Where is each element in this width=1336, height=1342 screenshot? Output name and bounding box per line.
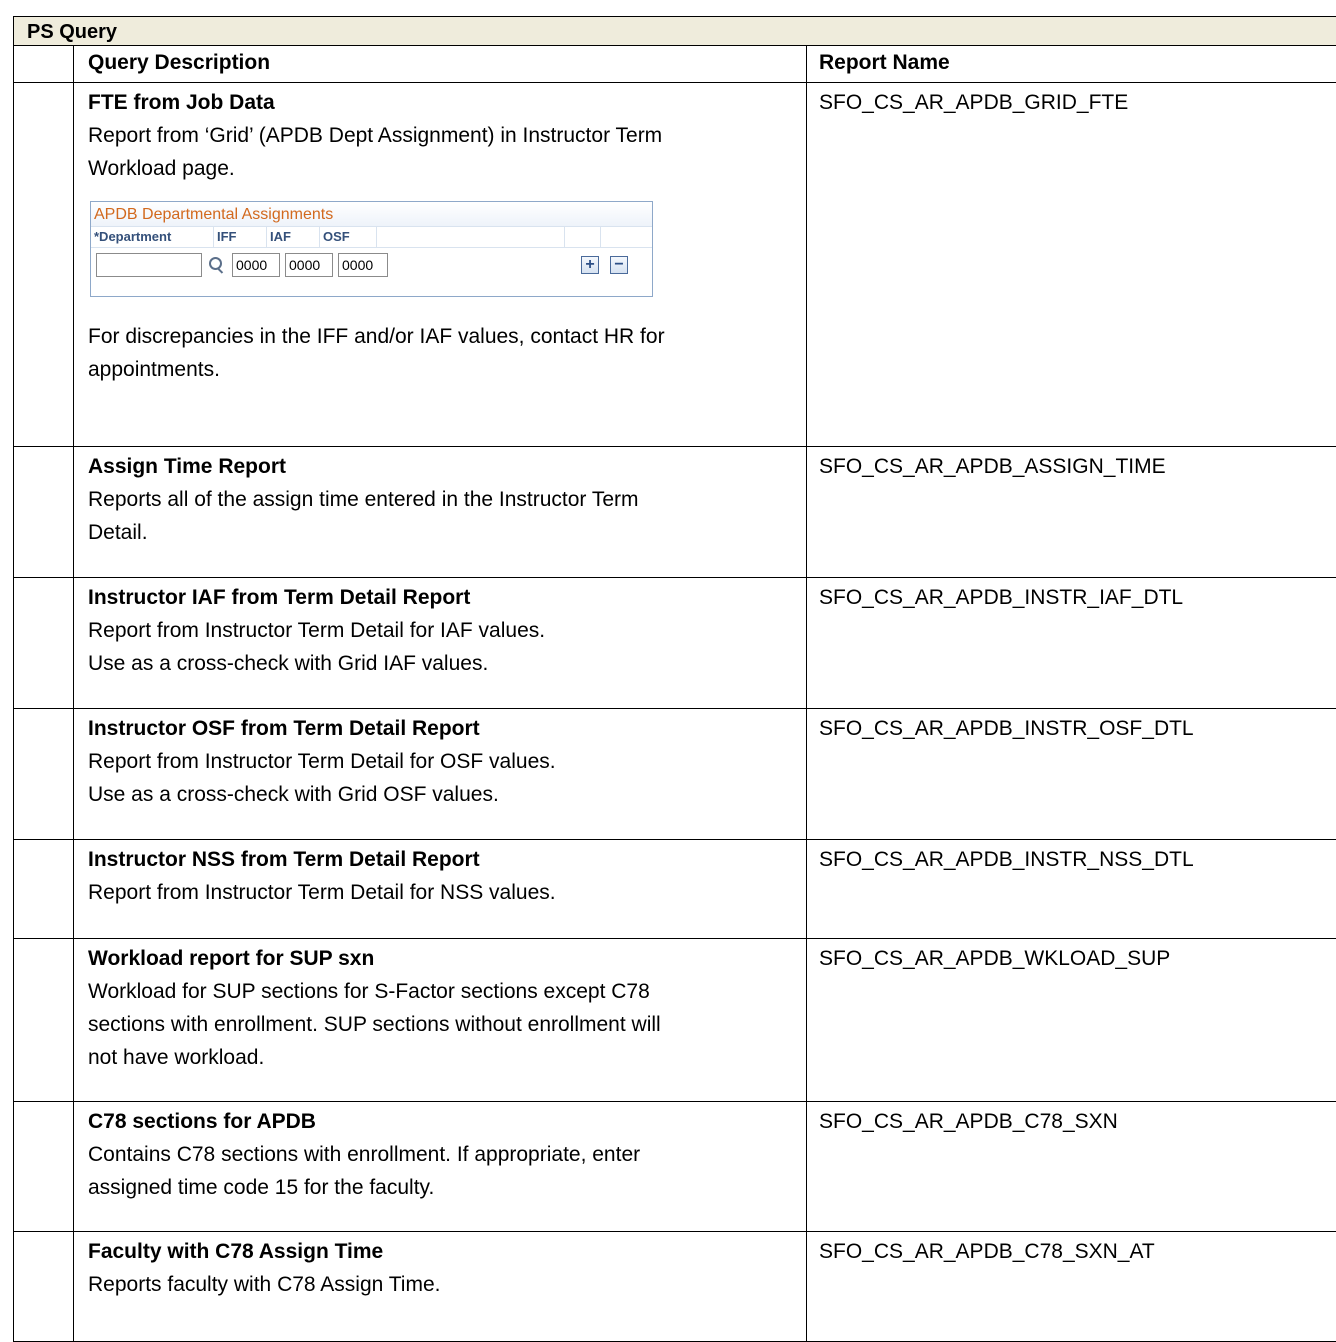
report-name-cell: SFO_CS_AR_APDB_GRID_FTE bbox=[807, 83, 1336, 447]
search-icon[interactable] bbox=[206, 255, 226, 275]
row-blank-cell bbox=[14, 939, 74, 1102]
description-header-cell: Query Description bbox=[74, 46, 807, 83]
query-title: Instructor NSS from Term Detail Report bbox=[88, 843, 792, 876]
query-description-line: Report from Instructor Term Detail for I… bbox=[88, 614, 792, 647]
table-row: Instructor OSF from Term Detail Report R… bbox=[14, 709, 1336, 840]
description-cell: Assign Time Report Reports all of the as… bbox=[74, 447, 807, 578]
query-description-line: Workload page. bbox=[88, 152, 792, 185]
query-description-line: Use as a cross-check with Grid IAF value… bbox=[88, 647, 792, 680]
query-description-line: sections with enrollment. SUP sections w… bbox=[88, 1008, 792, 1041]
query-description-line: Reports faculty with C78 Assign Time. bbox=[88, 1268, 792, 1301]
query-description-line: assigned time code 15 for the faculty. bbox=[88, 1171, 792, 1204]
report-name-cell: SFO_CS_AR_APDB_C78_SXN bbox=[807, 1102, 1336, 1232]
apdb-grid-row: 0000 0000 0000 + − bbox=[91, 248, 652, 282]
description-cell: Instructor IAF from Term Detail Report R… bbox=[74, 578, 807, 709]
query-title: Instructor IAF from Term Detail Report bbox=[88, 581, 792, 614]
report-name-cell: SFO_CS_AR_APDB_INSTR_OSF_DTL bbox=[807, 709, 1336, 840]
osf-input[interactable]: 0000 bbox=[338, 253, 388, 277]
spacer-column bbox=[377, 227, 565, 247]
report-name-cell: SFO_CS_AR_APDB_ASSIGN_TIME bbox=[807, 447, 1336, 578]
query-title: C78 sections for APDB bbox=[88, 1105, 792, 1138]
row-blank-cell bbox=[14, 840, 74, 939]
table-row: Instructor IAF from Term Detail Report R… bbox=[14, 578, 1336, 709]
iaf-input[interactable]: 0000 bbox=[285, 253, 333, 277]
report-header: Report Name bbox=[807, 46, 1336, 75]
report-header-cell: Report Name bbox=[807, 46, 1336, 83]
query-description-line: Reports all of the assign time entered i… bbox=[88, 483, 792, 516]
query-description-line: For discrepancies in the IFF and/or IAF … bbox=[88, 320, 792, 353]
add-column bbox=[565, 227, 601, 247]
query-title: Instructor OSF from Term Detail Report bbox=[88, 712, 792, 745]
remove-column bbox=[601, 227, 637, 247]
query-description-line: Use as a cross-check with Grid OSF value… bbox=[88, 778, 792, 811]
table-row: Workload report for SUP sxn Workload for… bbox=[14, 939, 1336, 1102]
description-cell: Workload report for SUP sxn Workload for… bbox=[74, 939, 807, 1102]
query-title: FTE from Job Data bbox=[88, 86, 792, 119]
apdb-grid-title: APDB Departmental Assignments bbox=[91, 202, 652, 227]
query-description-line: not have workload. bbox=[88, 1041, 792, 1074]
description-cell: Instructor OSF from Term Detail Report R… bbox=[74, 709, 807, 840]
report-name-cell: SFO_CS_AR_APDB_INSTR_NSS_DTL bbox=[807, 840, 1336, 939]
row-blank-cell bbox=[14, 1232, 74, 1342]
query-title: Faculty with C78 Assign Time bbox=[88, 1235, 792, 1268]
table-title: PS Query bbox=[14, 17, 1336, 46]
query-description-line: Report from ‘Grid’ (APDB Dept Assignment… bbox=[88, 119, 792, 152]
iff-column-header: IFF bbox=[214, 227, 267, 247]
apdb-departmental-assignments-grid: APDB Departmental Assignments *Departmen… bbox=[90, 201, 653, 297]
add-row-button[interactable]: + bbox=[581, 256, 599, 274]
remove-row-button[interactable]: − bbox=[610, 256, 628, 274]
row-blank-cell bbox=[14, 578, 74, 709]
row-blank-cell bbox=[14, 1102, 74, 1232]
iff-input[interactable]: 0000 bbox=[232, 253, 280, 277]
iaf-column-header: IAF bbox=[267, 227, 320, 247]
query-description-line: Report from Instructor Term Detail for O… bbox=[88, 745, 792, 778]
osf-column-header: OSF bbox=[320, 227, 377, 247]
table-row: Faculty with C78 Assign Time Reports fac… bbox=[14, 1232, 1336, 1342]
description-cell: Faculty with C78 Assign Time Reports fac… bbox=[74, 1232, 807, 1342]
department-input[interactable] bbox=[96, 253, 202, 277]
department-column-header: *Department bbox=[91, 227, 214, 247]
description-cell: C78 sections for APDB Contains C78 secti… bbox=[74, 1102, 807, 1232]
query-title: Workload report for SUP sxn bbox=[88, 942, 792, 975]
description-header: Query Description bbox=[74, 46, 806, 75]
table-row: FTE from Job Data Report from ‘Grid’ (AP… bbox=[14, 83, 1336, 447]
query-table: PS Query Query Description Report Name F… bbox=[13, 16, 1336, 1342]
blank-header-cell bbox=[14, 46, 74, 83]
description-cell: FTE from Job Data Report from ‘Grid’ (AP… bbox=[74, 83, 807, 447]
query-title: Assign Time Report bbox=[88, 450, 792, 483]
table-row: Instructor NSS from Term Detail Report R… bbox=[14, 840, 1336, 939]
query-description-line: Report from Instructor Term Detail for N… bbox=[88, 876, 792, 909]
report-name-cell: SFO_CS_AR_APDB_WKLOAD_SUP bbox=[807, 939, 1336, 1102]
query-description-line: Detail. bbox=[88, 516, 792, 549]
query-description-line: Workload for SUP sections for S-Factor s… bbox=[88, 975, 792, 1008]
description-cell: Instructor NSS from Term Detail Report R… bbox=[74, 840, 807, 939]
row-blank-cell bbox=[14, 709, 74, 840]
row-blank-cell bbox=[14, 447, 74, 578]
row-blank-cell bbox=[14, 83, 74, 447]
report-name-cell: SFO_CS_AR_APDB_C78_SXN_AT bbox=[807, 1232, 1336, 1342]
report-name-cell: SFO_CS_AR_APDB_INSTR_IAF_DTL bbox=[807, 578, 1336, 709]
apdb-grid-header: *Department IFF IAF OSF bbox=[91, 227, 652, 248]
table-row: Assign Time Report Reports all of the as… bbox=[14, 447, 1336, 578]
table-row: C78 sections for APDB Contains C78 secti… bbox=[14, 1102, 1336, 1232]
query-description-line: appointments. bbox=[88, 353, 792, 386]
query-description-line: Contains C78 sections with enrollment. I… bbox=[88, 1138, 792, 1171]
